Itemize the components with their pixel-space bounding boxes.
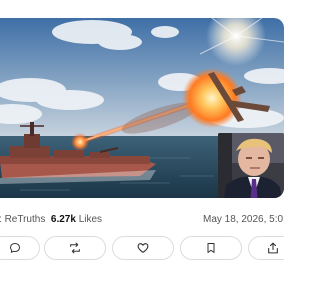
likes-count[interactable]: 6.27k [51, 214, 76, 225]
reply-button[interactable] [0, 236, 40, 260]
post-card: : ReTruths 6.27k Likes May 18, 2026, 5:0 [0, 0, 284, 284]
retruth-arrows-icon [70, 242, 80, 254]
likes-label[interactable]: Likes [79, 214, 102, 225]
retruth-button[interactable] [44, 236, 106, 260]
like-button[interactable] [112, 236, 174, 260]
inset-photo [218, 133, 284, 198]
share-button[interactable] [248, 236, 284, 260]
post-media[interactable] [0, 18, 284, 198]
share-upload-icon [268, 242, 278, 254]
post-stats: : ReTruths 6.27k Likes May 18, 2026, 5:0 [0, 212, 284, 228]
engagement-counts: : ReTruths 6.27k Likes [0, 214, 102, 225]
muzzle-flash [71, 133, 89, 151]
post-date[interactable]: May 18, 2026, 5:0 [203, 214, 283, 225]
bookmark-button[interactable] [180, 236, 242, 260]
heart-icon [137, 243, 149, 253]
man-in-suit-image [218, 133, 284, 198]
comment-bubble-icon [10, 243, 20, 253]
retruths-label[interactable]: ReTruths [5, 214, 46, 225]
bookmark-icon [207, 243, 215, 253]
